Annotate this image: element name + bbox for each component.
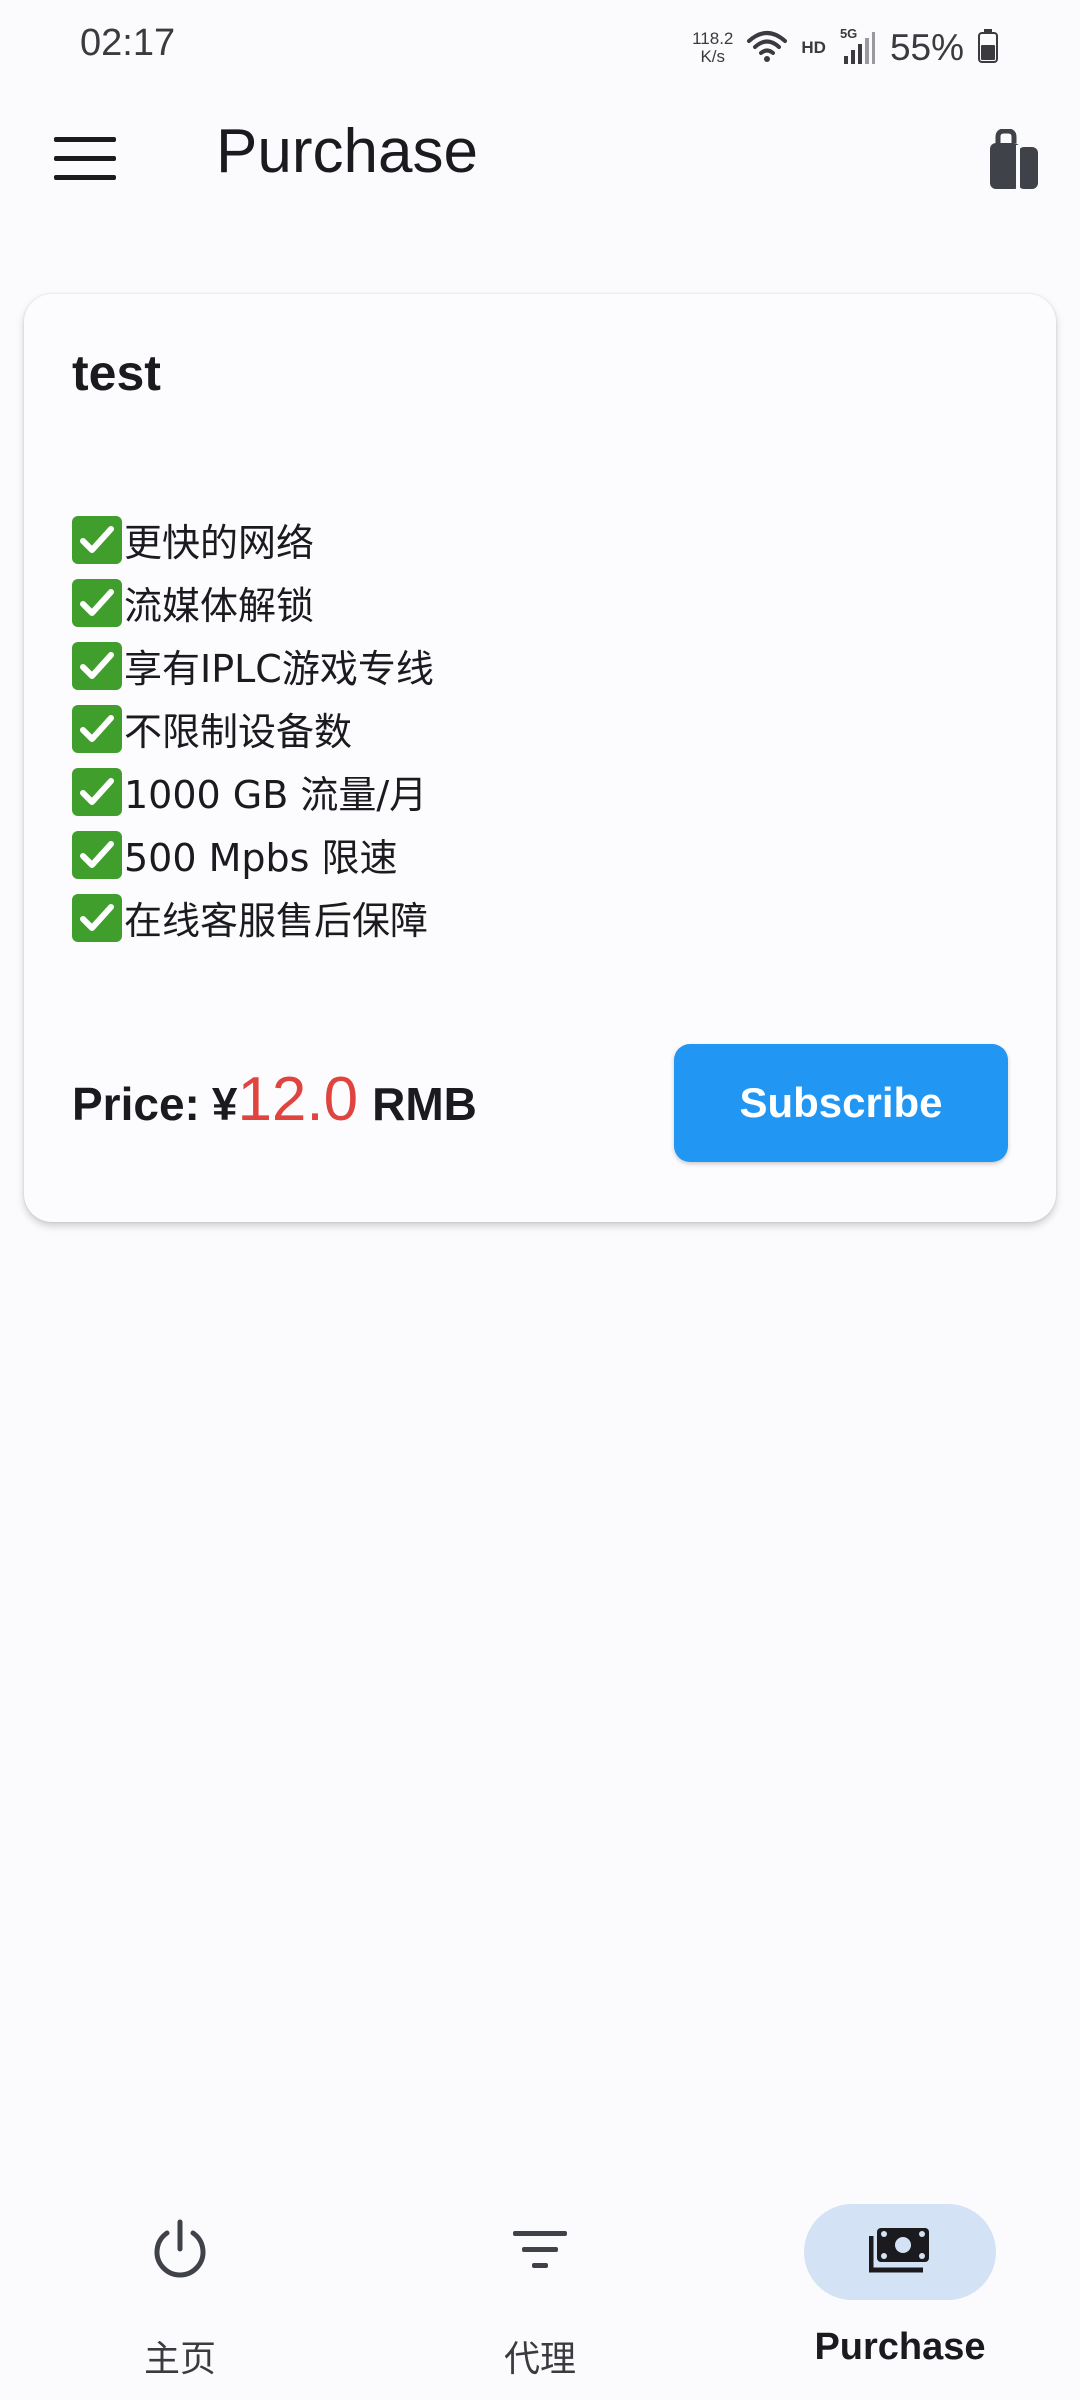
list-item: 1000 GB 流量/月 — [72, 760, 434, 823]
page-title: Purchase — [216, 117, 478, 186]
feature-text: 流媒体解锁 — [124, 584, 315, 628]
price-label: Price: — [72, 1078, 200, 1130]
status-icons: 118.2 K/s HD 5G 55% — [692, 22, 998, 74]
wifi-icon — [747, 29, 788, 67]
nav-item-home[interactable]: 主页 — [0, 2180, 360, 2400]
check-mark-icon — [72, 515, 122, 564]
app-bar: Purchase — [0, 96, 1080, 226]
check-mark-icon — [72, 767, 122, 816]
check-mark-icon — [72, 893, 122, 942]
feature-text: 1000 GB 流量/月 — [124, 773, 428, 817]
battery-icon — [978, 29, 998, 67]
price-value: 12.0 — [237, 1065, 359, 1134]
menu-button[interactable] — [40, 121, 130, 201]
feature-text: 不限制设备数 — [124, 710, 353, 754]
list-item: 更快的网络 — [72, 508, 434, 571]
nav-icon-container — [444, 2204, 636, 2300]
check-mark-icon — [72, 578, 122, 627]
feature-text: 享有IPLC游戏专线 — [124, 647, 434, 691]
nav-label: 代理 — [503, 2339, 576, 2380]
nav-icon-container — [804, 2204, 996, 2300]
check-mark-icon — [72, 704, 122, 753]
money-icon — [868, 2226, 931, 2278]
status-time: 02:17 — [80, 22, 176, 64]
list-item: 500 Mpbs 限速 — [72, 823, 434, 886]
list-item: 在线客服售后保障 — [72, 886, 434, 949]
menu-icon — [54, 135, 116, 187]
battery-percent: 55% — [889, 27, 964, 68]
list-item: 享有IPLC游戏专线 — [72, 634, 434, 697]
feature-text: 500 Mpbs 限速 — [124, 836, 398, 880]
price-row: Price: ¥ 12.0 RMB — [72, 1064, 477, 1135]
status-bar: 02:17 118.2 K/s HD 5G 55% — [0, 0, 1080, 96]
check-mark-icon — [72, 830, 122, 879]
list-item: 流媒体解锁 — [72, 571, 434, 634]
network-speed-value: 118.2 — [692, 29, 734, 48]
nav-icon-container — [84, 2204, 276, 2300]
feature-text: 在线客服售后保障 — [124, 899, 429, 943]
nav-label: Purchase — [814, 2326, 986, 2368]
bottom-navigation: 主页 代理 Purchase — [0, 2180, 1080, 2400]
nav-item-proxy[interactable]: 代理 — [360, 2180, 720, 2400]
plan-name: test — [72, 345, 161, 401]
price-unit: RMB — [372, 1078, 477, 1130]
check-mark-icon — [72, 641, 122, 690]
feature-text: 更快的网络 — [124, 521, 315, 565]
nav-item-purchase[interactable]: Purchase — [720, 2180, 1080, 2400]
network-speed-unit: K/s — [700, 47, 726, 66]
network-speed: 118.2 K/s — [692, 30, 733, 66]
cell-signal-icon: 5G — [840, 26, 876, 66]
power-icon — [151, 2219, 209, 2285]
list-item: 不限制设备数 — [72, 697, 434, 760]
subscribe-button[interactable]: Subscribe — [674, 1044, 1008, 1162]
plan-card: test 更快的网络 流媒体解锁 享有IPLC游戏专线 不限制设备数 1000 … — [24, 294, 1056, 1222]
orders-button[interactable] — [972, 120, 1056, 204]
hd-indicator: HD — [801, 38, 826, 57]
nav-label: 主页 — [143, 2339, 216, 2380]
filter-list-icon — [513, 2230, 567, 2274]
feature-list: 更快的网络 流媒体解锁 享有IPLC游戏专线 不限制设备数 1000 GB 流量… — [72, 508, 434, 949]
shopping-bag-icon — [988, 128, 1040, 195]
price-currency: ¥ — [211, 1078, 238, 1130]
